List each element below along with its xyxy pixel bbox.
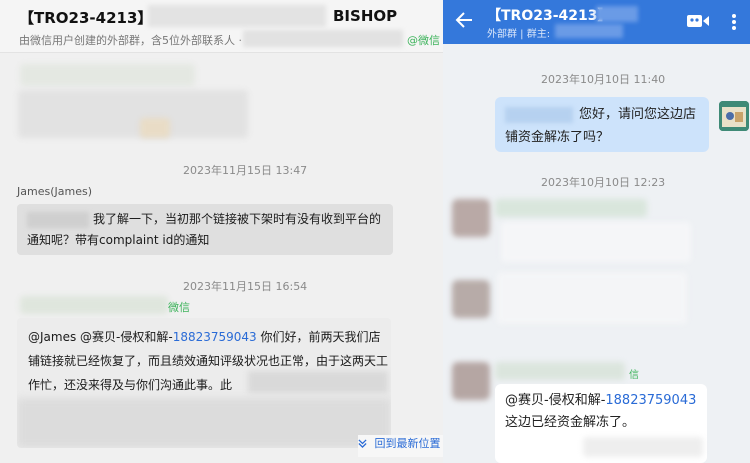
wechat-tag: @微信 xyxy=(407,34,440,47)
redacted-owner xyxy=(555,24,623,38)
timestamp: 2023年11月15日 16:54 xyxy=(183,280,308,293)
redacted-subtitle xyxy=(243,30,403,47)
redacted-message xyxy=(495,199,647,217)
more-vertical-icon[interactable] xyxy=(730,11,738,33)
group-subtitle: 外部群 | 群主: xyxy=(487,29,551,40)
wechat-tag: 微信 xyxy=(168,301,190,314)
redacted-title xyxy=(148,5,326,27)
mobile-chat-panel: 【TRO23-4213】 外部群 | 群主: 2023年10月10日 11:40… xyxy=(443,0,750,463)
mention-text: @赛贝-侵权和解- xyxy=(505,393,606,408)
back-to-latest-button[interactable]: 回到最新位置 xyxy=(358,435,443,457)
redacted-message xyxy=(501,222,691,262)
back-arrow-icon[interactable] xyxy=(455,9,473,31)
redacted-message xyxy=(20,64,195,86)
back-to-latest-label: 回到最新位置 xyxy=(374,437,441,450)
mention-text: @James @赛贝-侵权和解- xyxy=(28,330,173,344)
desktop-chat-panel: 【TRO23-4213】 BISHOP 由微信用户创建的外部群，含5位外部联系人… xyxy=(0,0,443,463)
redacted-sender xyxy=(495,362,625,380)
redacted-mention xyxy=(505,106,573,123)
redacted-message xyxy=(497,272,687,324)
message-body: 这边已经资金解冻了。 xyxy=(505,415,636,430)
redacted-mention xyxy=(27,211,89,228)
avatar[interactable] xyxy=(719,101,749,131)
redacted-image xyxy=(140,118,170,138)
group-title[interactable]: 【TRO23-4213】 xyxy=(19,7,152,28)
avatar xyxy=(452,362,490,400)
timestamp: 2023年10月10日 11:40 xyxy=(541,73,666,86)
avatar xyxy=(452,199,490,237)
redacted-text xyxy=(583,437,703,457)
redacted-text xyxy=(17,398,391,448)
group-title: 【TRO23-4213】 xyxy=(487,8,612,24)
video-call-icon[interactable] xyxy=(686,13,710,29)
group-title-suffix: BISHOP xyxy=(333,7,398,25)
redacted-message xyxy=(18,90,248,138)
message-bubble[interactable]: @James @赛贝-侵权和解-18823759043 你们好，前两天我们店铺链… xyxy=(17,318,391,448)
outgoing-message-bubble[interactable]: 您好，请问您这边店铺资金解冻了吗？ xyxy=(495,97,709,152)
mention-phone[interactable]: 18823759043 xyxy=(173,330,257,344)
redacted-text xyxy=(248,371,388,393)
sender-name: James(James) xyxy=(17,185,92,198)
avatar xyxy=(452,280,490,318)
timestamp: 2023年11月15日 13:47 xyxy=(183,164,308,177)
redacted-title xyxy=(596,6,638,22)
mention-phone[interactable]: 18823759043 xyxy=(605,393,696,408)
double-chevron-down-icon xyxy=(358,437,371,450)
chat-header: 【TRO23-4213】 BISHOP 由微信用户创建的外部群，含5位外部联系人… xyxy=(0,0,443,53)
redacted-sender xyxy=(20,296,168,314)
wechat-tag: 信 xyxy=(629,370,639,381)
group-description: 由微信用户创建的外部群，含5位外部联系人 · xyxy=(19,34,242,47)
mobile-chat-header: 【TRO23-4213】 外部群 | 群主: xyxy=(443,0,750,44)
timestamp: 2023年10月10日 12:23 xyxy=(541,176,666,189)
message-bubble[interactable]: 我了解一下，当初那个链接被下架时有没有收到平台的通知呢？带有complaint … xyxy=(17,204,393,255)
